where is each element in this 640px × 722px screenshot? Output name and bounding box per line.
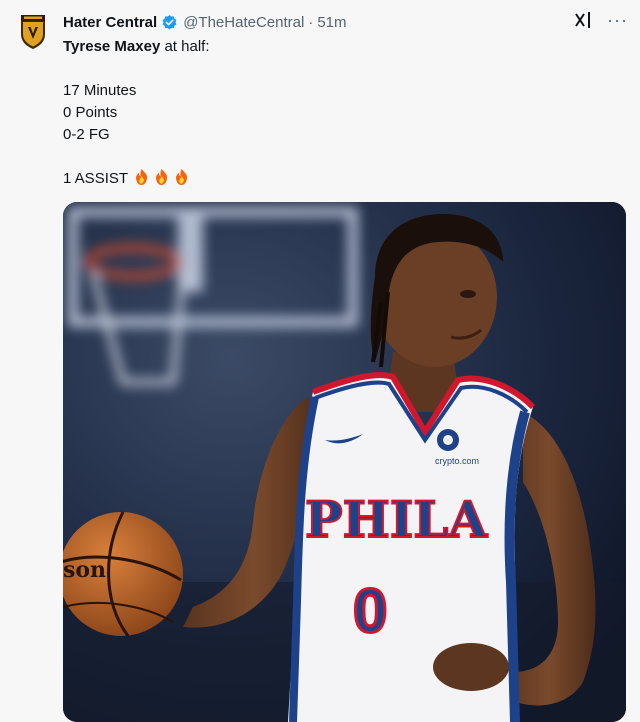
more-icon[interactable]: ··· [607,11,628,29]
jersey-text: PHILA [305,490,488,549]
stat-minutes: 17 Minutes [63,82,137,99]
avatar[interactable] [18,14,48,50]
jersey-number: 0 [353,577,387,646]
verified-badge-icon[interactable] [161,14,178,31]
tweet-line-1-rest: at half: [160,38,210,55]
tweet-line-1: Tyrese Maxey at half: [63,36,603,58]
basketball-player-photo: crypto.com PHILA 0 son [63,202,626,722]
fire-emoji-icon [136,168,148,186]
separator-dot: · [308,13,314,31]
stat-points: 0 Points [63,104,118,121]
grok-icon[interactable] [573,10,593,30]
fire-emojis [132,168,191,186]
fire-emoji-icon [156,168,168,186]
team-logo-icon [21,15,45,49]
timestamp[interactable]: 51m [317,14,346,31]
stat-assist: 1 ASSIST [63,170,129,187]
player-name: Tyrese Maxey [63,38,161,55]
stat-assist-line: 1 ASSIST [63,168,603,190]
tweet-header: Hater Central @TheHateCentral · 51m [63,12,347,32]
display-name[interactable]: Hater Central [63,14,157,31]
ball-text: son [63,557,106,583]
tweet-media-image[interactable]: crypto.com PHILA 0 son [63,202,626,722]
tweet-text: Tyrese Maxey at half: 17 Minutes 0 Point… [63,36,603,190]
fire-emoji-icon [176,168,188,186]
handle[interactable]: @TheHateCentral [183,14,304,31]
top-actions: ··· [573,10,628,30]
sponsor-text: crypto.com [435,456,479,466]
stat-fg: 0-2 FG [63,126,110,143]
